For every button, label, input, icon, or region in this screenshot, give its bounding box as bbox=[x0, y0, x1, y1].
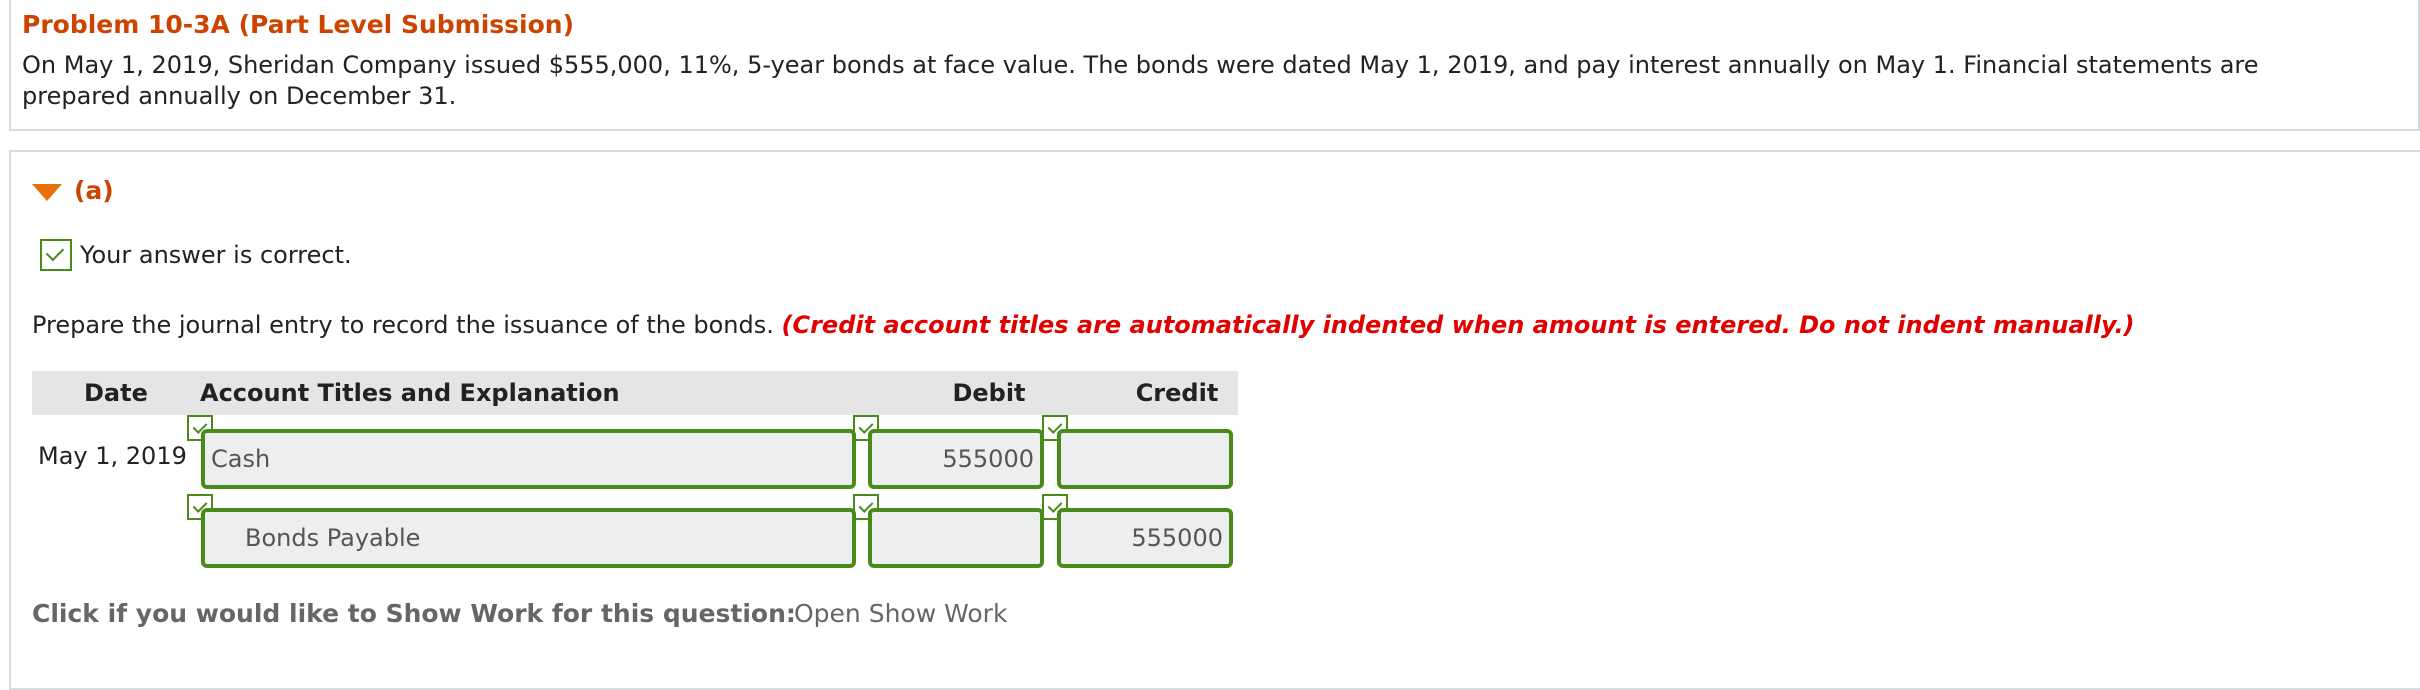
checkmark-icon bbox=[40, 239, 72, 271]
column-header-credit: Credit bbox=[1135, 379, 1219, 407]
debit-amount-input[interactable] bbox=[868, 508, 1044, 568]
instruction-text: Prepare the journal entry to record the … bbox=[32, 311, 774, 339]
debit-amount-input[interactable]: 555000 bbox=[868, 429, 1044, 489]
account-title-input[interactable]: Cash bbox=[201, 429, 856, 489]
credit-amount-input[interactable]: 555000 bbox=[1057, 508, 1233, 568]
column-header-date: Date bbox=[84, 379, 148, 407]
instruction-note: (Credit account titles are automatically… bbox=[781, 311, 2135, 339]
journal-table-header: Date Account Titles and Explanation Debi… bbox=[32, 371, 1238, 415]
part-label[interactable]: (a) bbox=[74, 176, 114, 205]
status-text: Your answer is correct. bbox=[80, 241, 352, 269]
column-header-debit: Debit bbox=[952, 379, 1026, 407]
column-header-account: Account Titles and Explanation bbox=[200, 379, 620, 407]
account-title-input[interactable]: Bonds Payable bbox=[201, 508, 856, 568]
problem-statement: On May 1, 2019, Sheridan Company issued … bbox=[22, 51, 2259, 110]
instruction: Prepare the journal entry to record the … bbox=[32, 311, 2135, 339]
show-work-prompt: Click if you would like to Show Work for… bbox=[32, 599, 796, 628]
entry-date: May 1, 2019 bbox=[38, 442, 187, 470]
triangle-down-icon[interactable] bbox=[32, 184, 62, 201]
open-show-work-link[interactable]: Open Show Work bbox=[794, 599, 1007, 628]
credit-amount-input[interactable] bbox=[1057, 429, 1233, 489]
problem-title: Problem 10-3A (Part Level Submission) bbox=[22, 10, 575, 39]
